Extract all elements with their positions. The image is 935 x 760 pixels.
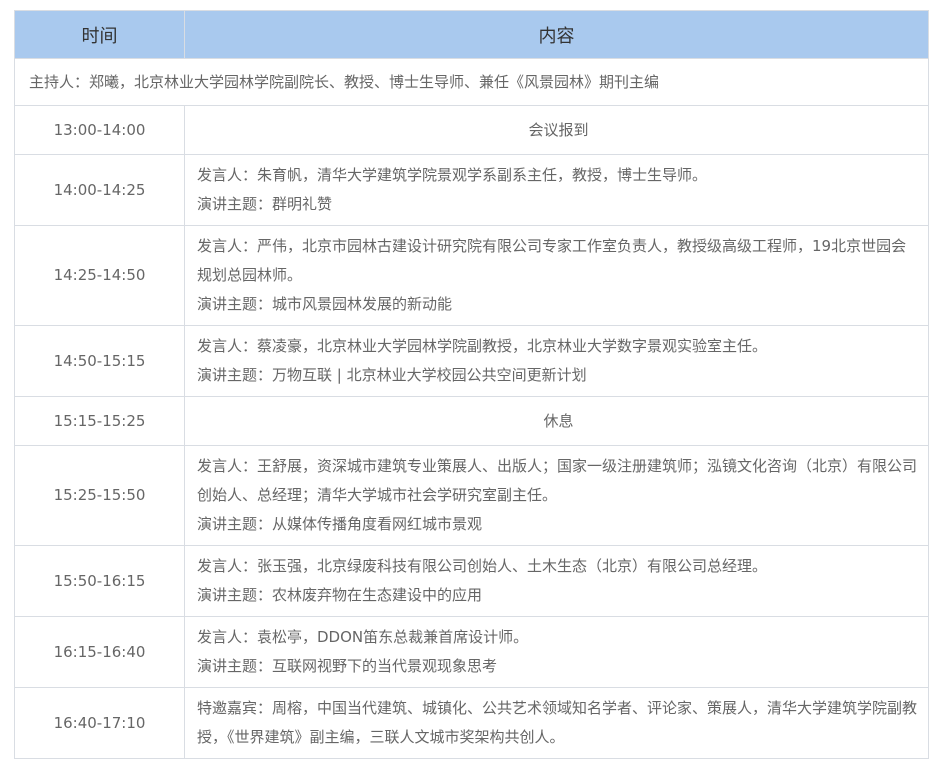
topic-line: 演讲主题：万物互联 | 北京林业大学校园公共空间更新计划: [197, 366, 587, 384]
topic-line: 演讲主题：从媒体传播角度看网红城市景观: [197, 515, 483, 533]
topic-line: 演讲主题：互联网视野下的当代景观现象思考: [197, 657, 498, 675]
schedule-row: 15:50-16:15 发言人：张玉强，北京绿废科技有限公司创始人、土木生态（北…: [14, 545, 929, 617]
schedule-row: 16:15-16:40 发言人：袁松亭，DDON笛东总裁兼首席设计师。 演讲主题…: [14, 616, 929, 688]
row-content: 休息: [184, 396, 929, 446]
row-content: 发言人：王舒展，资深城市建筑专业策展人、出版人；国家一级注册建筑师；泓镜文化咨询…: [184, 445, 929, 546]
host-row: 主持人：郑曦，北京林业大学园林学院副院长、教授、博士生导师、兼任《风景园林》期刊…: [14, 58, 929, 106]
row-content: 发言人：严伟，北京市园林古建设计研究院有限公司专家工作室负责人，教授级高级工程师…: [184, 225, 929, 326]
row-time: 15:25-15:50: [14, 445, 185, 546]
row-time: 13:00-14:00: [14, 105, 185, 155]
row-time: 14:25-14:50: [14, 225, 185, 326]
guest-line: 特邀嘉宾：周榕，中国当代建筑、城镇化、公共艺术领域知名学者、评论家、策展人，清华…: [197, 699, 918, 746]
row-content: 特邀嘉宾：周榕，中国当代建筑、城镇化、公共艺术领域知名学者、评论家、策展人，清华…: [184, 687, 929, 759]
header-time: 时间: [14, 10, 185, 59]
schedule-row: 15:25-15:50 发言人：王舒展，资深城市建筑专业策展人、出版人；国家一级…: [14, 445, 929, 546]
row-time: 15:50-16:15: [14, 545, 185, 617]
schedule-row: 14:25-14:50 发言人：严伟，北京市园林古建设计研究院有限公司专家工作室…: [14, 225, 929, 326]
host-text: 主持人：郑曦，北京林业大学园林学院副院长、教授、博士生导师、兼任《风景园林》期刊…: [14, 58, 929, 106]
row-time: 16:15-16:40: [14, 616, 185, 688]
speaker-line: 发言人：张玉强，北京绿废科技有限公司创始人、土木生态（北京）有限公司总经理。: [197, 557, 768, 575]
row-content: 发言人：蔡凌豪，北京林业大学园林学院副教授，北京林业大学数字景观实验室主任。 演…: [184, 325, 929, 397]
content-line: 会议报到: [528, 120, 589, 139]
row-time: 14:50-15:15: [14, 325, 185, 397]
row-time: 14:00-14:25: [14, 154, 185, 226]
content-line: 休息: [543, 411, 574, 430]
speaker-line: 发言人：袁松亭，DDON笛东总裁兼首席设计师。: [197, 628, 529, 646]
speaker-line: 发言人：王舒展，资深城市建筑专业策展人、出版人；国家一级注册建筑师；泓镜文化咨询…: [197, 457, 918, 504]
row-time: 16:40-17:10: [14, 687, 185, 759]
schedule-row: 15:15-15:25 休息: [14, 396, 929, 446]
schedule-row: 16:40-17:10 特邀嘉宾：周榕，中国当代建筑、城镇化、公共艺术领域知名学…: [14, 687, 929, 759]
schedule-table: 时间 内容 主持人：郑曦，北京林业大学园林学院副院长、教授、博士生导师、兼任《风…: [14, 10, 929, 759]
speaker-line: 发言人：严伟，北京市园林古建设计研究院有限公司专家工作室负责人，教授级高级工程师…: [197, 237, 907, 284]
speaker-line: 发言人：朱育帆，清华大学建筑学院景观学系副系主任，教授，博士生导师。: [197, 166, 708, 184]
header-row: 时间 内容: [14, 10, 929, 59]
row-time: 15:15-15:25: [14, 396, 185, 446]
speaker-line: 发言人：蔡凌豪，北京林业大学园林学院副教授，北京林业大学数字景观实验室主任。: [197, 337, 768, 355]
header-content: 内容: [184, 10, 929, 59]
schedule-row: 14:50-15:15 发言人：蔡凌豪，北京林业大学园林学院副教授，北京林业大学…: [14, 325, 929, 397]
topic-line: 演讲主题：农林废弃物在生态建设中的应用: [197, 586, 483, 604]
topic-line: 演讲主题：群明礼赞: [197, 195, 333, 213]
row-content: 发言人：朱育帆，清华大学建筑学院景观学系副系主任，教授，博士生导师。 演讲主题：…: [184, 154, 929, 226]
topic-line: 演讲主题：城市风景园林发展的新动能: [197, 295, 453, 313]
row-content: 会议报到: [184, 105, 929, 155]
schedule-row: 14:00-14:25 发言人：朱育帆，清华大学建筑学院景观学系副系主任，教授，…: [14, 154, 929, 226]
row-content: 发言人：张玉强，北京绿废科技有限公司创始人、土木生态（北京）有限公司总经理。 演…: [184, 545, 929, 617]
schedule-row: 13:00-14:00 会议报到: [14, 105, 929, 155]
row-content: 发言人：袁松亭，DDON笛东总裁兼首席设计师。 演讲主题：互联网视野下的当代景观…: [184, 616, 929, 688]
